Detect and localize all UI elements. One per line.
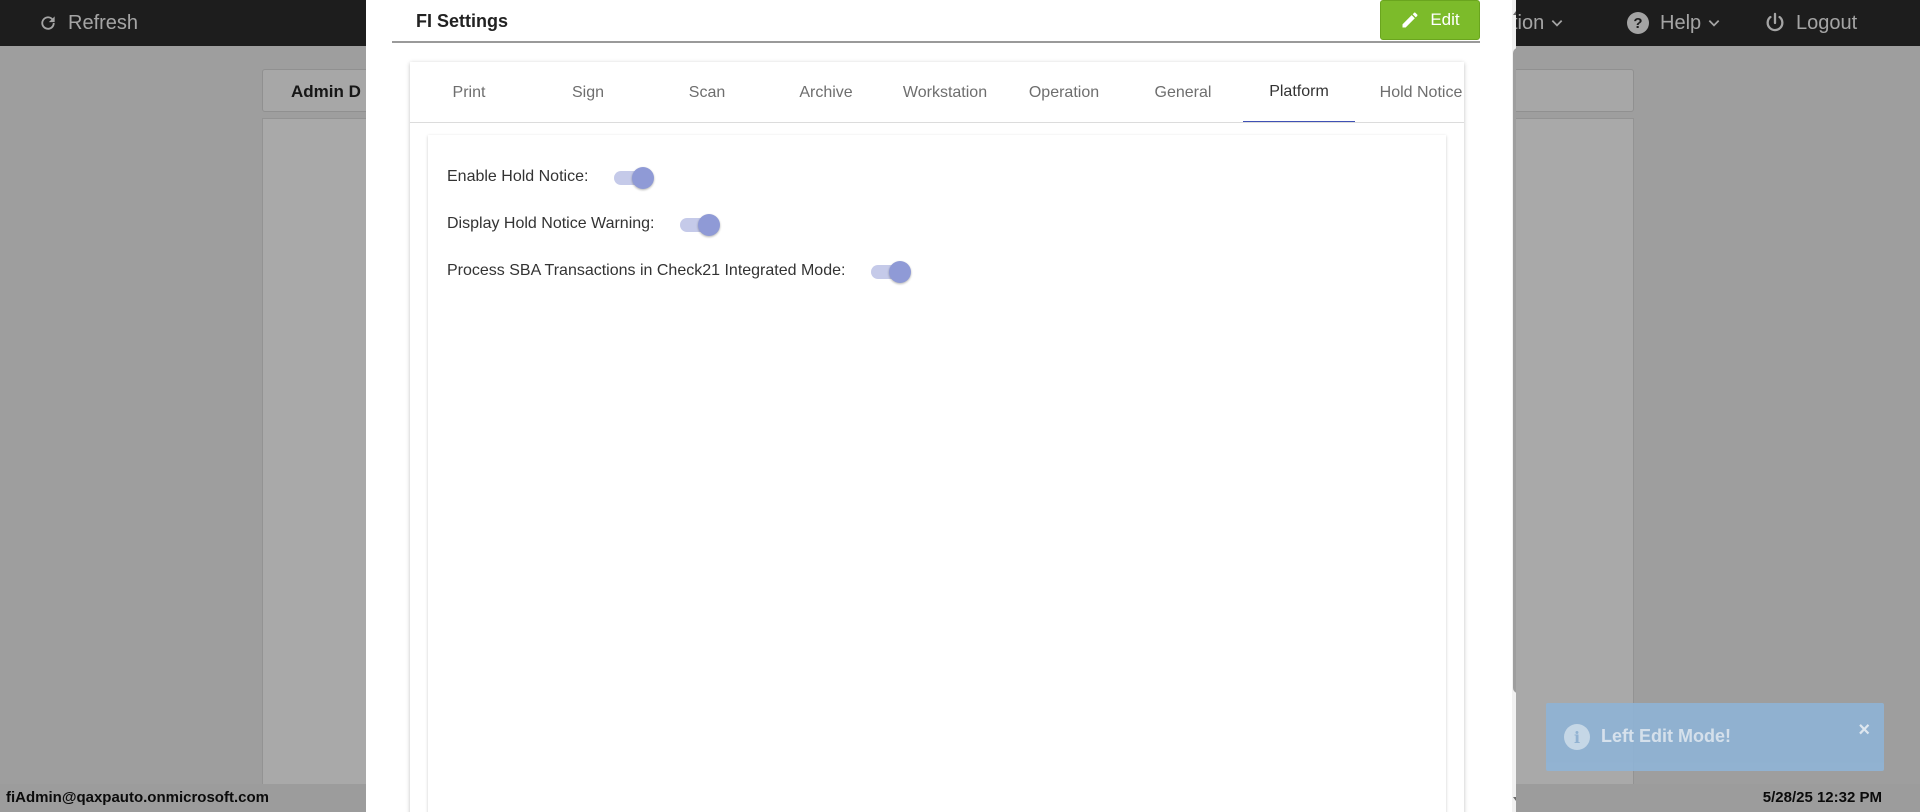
tab-label: Archive: [799, 83, 853, 101]
tab-archive[interactable]: Archive: [767, 62, 885, 122]
scroll-up-arrow-icon[interactable]: [1512, 4, 1516, 18]
toast-notification: i Left Edit Mode! ×: [1546, 703, 1884, 771]
tab-label: Hold Notice: [1379, 83, 1463, 101]
platform-settings-panel: Enable Hold Notice: Display Hold Notice …: [428, 135, 1446, 812]
setting-process-sba-check21: Process SBA Transactions in Check21 Inte…: [447, 256, 913, 286]
tab-label: General: [1154, 83, 1212, 101]
tab-general[interactable]: General: [1124, 62, 1242, 122]
enable-hold-notice-toggle[interactable]: [614, 165, 656, 189]
toggle-knob: [889, 261, 912, 283]
toast-message: Left Edit Mode!: [1601, 726, 1731, 746]
scroll-down-arrow-icon[interactable]: [1512, 794, 1516, 808]
setting-label: Process SBA Transactions in Check21 Inte…: [447, 262, 846, 279]
tab-hold-notice[interactable]: Hold Notice: [1362, 62, 1464, 122]
tab-label: Scan: [688, 83, 726, 101]
process-sba-check21-toggle[interactable]: [871, 259, 913, 283]
setting-display-hold-notice-warning: Display Hold Notice Warning:: [447, 209, 722, 239]
tab-sign[interactable]: Sign: [529, 62, 647, 122]
tab-operation[interactable]: Operation: [1005, 62, 1123, 122]
modal-scrollbar-thumb[interactable]: [1513, 48, 1516, 693]
toggle-knob: [632, 167, 655, 189]
setting-label: Enable Hold Notice:: [447, 168, 589, 185]
tab-platform[interactable]: Platform: [1243, 62, 1355, 122]
edit-label: Edit: [1430, 10, 1460, 29]
close-icon[interactable]: ×: [1858, 719, 1870, 742]
tab-label: Print: [452, 83, 486, 101]
edit-button[interactable]: Edit: [1380, 0, 1480, 40]
info-icon: i: [1564, 724, 1590, 750]
setting-label: Display Hold Notice Warning:: [447, 215, 655, 232]
tab-label: Workstation: [902, 83, 988, 101]
settings-card: Print Sign Scan Archive Workstation Oper…: [410, 62, 1464, 812]
modal-header: FI Settings Edit: [392, 0, 1480, 43]
tab-scan[interactable]: Scan: [648, 62, 766, 122]
tab-label: Operation: [1028, 83, 1100, 101]
tab-label: Platform: [1269, 82, 1329, 100]
tab-workstation[interactable]: Workstation: [886, 62, 1004, 122]
setting-enable-hold-notice: Enable Hold Notice:: [447, 162, 656, 192]
pencil-icon: [1402, 12, 1418, 28]
toggle-knob: [698, 214, 721, 236]
tab-label: Sign: [571, 83, 605, 101]
modal-title: FI Settings: [416, 11, 509, 31]
settings-tabs: Print Sign Scan Archive Workstation Oper…: [410, 62, 1464, 123]
fi-settings-modal: FI Settings Edit Print Sign Scan Archive…: [366, 0, 1516, 812]
display-hold-notice-warning-toggle[interactable]: [680, 212, 722, 236]
tab-print[interactable]: Print: [410, 62, 528, 122]
